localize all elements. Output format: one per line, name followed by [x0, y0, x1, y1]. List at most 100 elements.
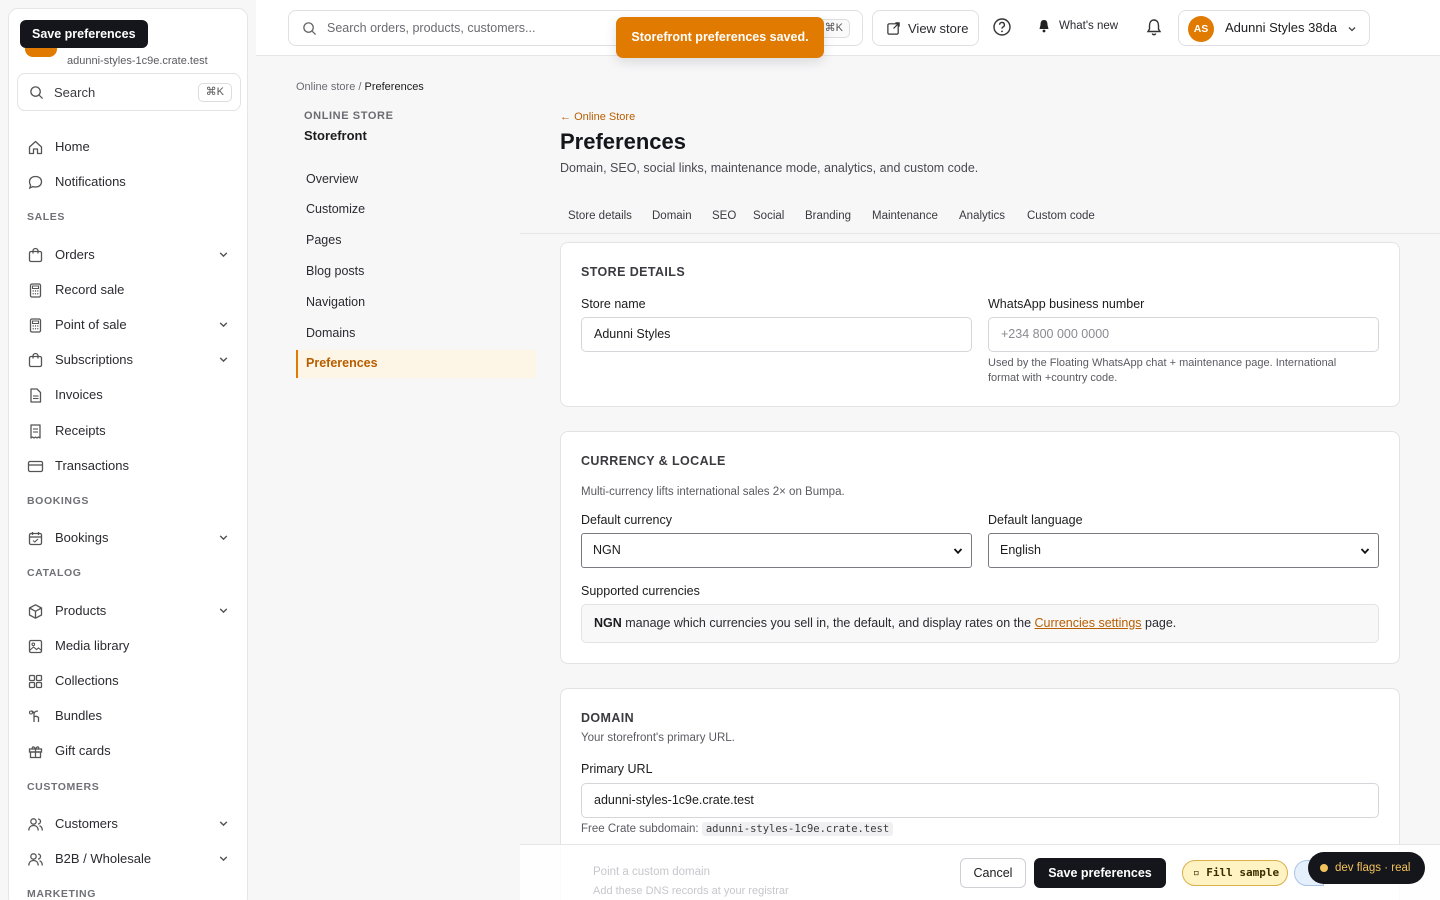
sidebar-item-label: Bundles: [55, 708, 102, 723]
sidebar-item-transactions[interactable]: Transactions: [17, 450, 241, 482]
chevron-down-icon: [953, 548, 963, 555]
chevron-down-icon: [219, 357, 228, 363]
whatsapp-input[interactable]: +234 800 000 0000: [988, 317, 1379, 352]
tab-seo[interactable]: SEO: [712, 210, 736, 222]
chevron-down-icon: [1348, 27, 1356, 32]
back-link[interactable]: ← Online Store: [560, 111, 635, 123]
store-name-input[interactable]: Adunni Styles: [581, 317, 972, 352]
nav-section-marketing: MARKETING: [27, 888, 96, 900]
avatar: AS: [1188, 16, 1214, 42]
currencies-settings-link[interactable]: Currencies settings: [1035, 616, 1142, 630]
store-details-card: STORE DETAILS Store name Adunni Styles W…: [560, 242, 1400, 407]
success-toast: Storefront preferences saved.: [616, 17, 824, 58]
sidebar-item-label: Record sale: [55, 282, 125, 297]
domain-title: DOMAIN: [581, 711, 635, 725]
default-language-select[interactable]: English: [988, 533, 1379, 568]
subnav-item-label: Preferences: [306, 356, 378, 370]
sidebar-item-label: Products: [55, 603, 107, 618]
grid-icon: [28, 674, 43, 689]
supported-currencies-text: manage which currencies you sell in, the…: [621, 616, 1035, 630]
sidebar-item-subscriptions[interactable]: Subscriptions: [17, 344, 241, 376]
card-icon: [27, 460, 44, 473]
free-subdomain-value: adunni-styles-1c9e.crate.test: [701, 822, 894, 836]
default-currency-value: NGN: [593, 543, 621, 557]
free-subdomain-label: Free Crate subdomain:: [581, 823, 699, 835]
subnav-item-blog-posts[interactable]: Blog posts: [296, 258, 536, 286]
sidebar-item-invoices[interactable]: Invoices: [17, 379, 241, 411]
dev-flags-pill[interactable]: dev flags · real: [1308, 852, 1425, 884]
sidebar-search[interactable]: Search ⌘K: [17, 73, 241, 111]
save-preferences-button[interactable]: Save preferences: [1034, 858, 1166, 888]
subnav-item-pages[interactable]: Pages: [296, 227, 536, 255]
subnav-item-domains[interactable]: Domains: [296, 320, 536, 348]
document-icon: [30, 388, 42, 403]
default-currency-select[interactable]: NGN: [581, 533, 972, 568]
megaphone-icon: [1039, 20, 1049, 33]
tab-social[interactable]: Social: [753, 210, 784, 222]
sidebar-item-b2b-wholesale[interactable]: B2B / Wholesale: [17, 843, 241, 875]
store-name-label: Store name: [581, 297, 646, 311]
account-menu[interactable]: AS Adunni Styles 38da: [1178, 10, 1370, 46]
sidebar-item-point-of-sale[interactable]: Point of sale: [17, 309, 241, 341]
external-link-icon: [887, 22, 900, 35]
tab-store-details[interactable]: Store details: [568, 210, 632, 222]
subnav-item-label: Blog posts: [306, 264, 365, 278]
sidebar-item-label: Invoices: [55, 387, 103, 402]
subnav-item-overview[interactable]: Overview: [296, 166, 536, 194]
subnav-item-navigation[interactable]: Navigation: [296, 289, 536, 317]
sidebar-item-bookings[interactable]: Bookings: [17, 522, 241, 554]
breadcrumb-parent[interactable]: Online store: [296, 81, 355, 93]
sidebar-item-label: Point of sale: [55, 317, 127, 332]
tab-domain[interactable]: Domain: [652, 210, 692, 222]
sidebar-item-label: Gift cards: [55, 743, 111, 758]
save-tooltip: Save preferences: [20, 20, 148, 48]
default-language-value: English: [1000, 543, 1041, 557]
view-store-button[interactable]: View store: [872, 10, 979, 46]
whats-new-label: What's new: [1059, 20, 1119, 32]
sidebar-item-gift-cards[interactable]: Gift cards: [17, 735, 241, 767]
sidebar-item-bundles[interactable]: Bundles: [17, 700, 241, 732]
bag-icon: [28, 247, 43, 263]
whatsapp-label: WhatsApp business number: [988, 297, 1145, 311]
users-icon: [28, 818, 43, 831]
supported-currencies-box: NGN manage which currencies you sell in,…: [581, 604, 1379, 643]
users-icon: [28, 853, 43, 866]
primary-url-label: Primary URL: [581, 762, 653, 776]
chevron-down-icon: [219, 608, 228, 614]
help-icon[interactable]: [992, 17, 1012, 37]
default-currency-label: Default currency: [581, 513, 673, 527]
custom-domain-title: Point a custom domain: [593, 866, 710, 878]
subnav-item-customize[interactable]: Customize: [296, 196, 536, 224]
sidebar-item-home[interactable]: Home: [17, 131, 241, 163]
subnav-item-preferences[interactable]: Preferences: [296, 350, 536, 378]
sidebar-item-label: Notifications: [55, 174, 126, 189]
bell-icon[interactable]: [1144, 17, 1164, 37]
sidebar-item-products[interactable]: Products: [17, 595, 241, 627]
sidebar-item-collections[interactable]: Collections: [17, 665, 241, 697]
sidebar-item-label: Transactions: [55, 458, 129, 473]
currency-note: Multi-currency lifts international sales…: [581, 486, 845, 498]
subnav-kicker: ONLINE STORE: [304, 110, 394, 122]
primary-url-input[interactable]: adunni-styles-1c9e.crate.test: [581, 783, 1379, 818]
sidebar-item-receipts[interactable]: Receipts: [17, 415, 241, 447]
free-subdomain-note: Free Crate subdomain: adunni-styles-1c9e…: [581, 822, 894, 837]
tab-custom-code[interactable]: Custom code: [1027, 210, 1095, 222]
chevron-down-icon: [1360, 548, 1370, 555]
tab-analytics[interactable]: Analytics: [959, 210, 1005, 222]
tab-branding[interactable]: Branding: [805, 210, 851, 222]
whatsapp-help-line-1: Used by the Floating WhatsApp chat + mai…: [988, 357, 1337, 369]
topbar: Search orders, products, customers... ⌘K…: [256, 0, 1440, 56]
sidebar-item-customers[interactable]: Customers: [17, 808, 241, 840]
sidebar-item-orders[interactable]: Orders: [17, 239, 241, 271]
sidebar-item-media-library[interactable]: Media library: [17, 630, 241, 662]
search-icon: [303, 22, 317, 36]
fill-sample-button[interactable]: ▫ Fill sample: [1182, 860, 1288, 886]
supported-currencies-label: Supported currencies: [581, 584, 700, 598]
sidebar-item-notifications[interactable]: Notifications: [17, 166, 241, 198]
tab-maintenance[interactable]: Maintenance: [872, 210, 938, 222]
subnav-item-label: Customize: [306, 202, 366, 216]
whatsapp-help: Used by the Floating WhatsApp chat + mai…: [988, 356, 1336, 386]
cancel-button[interactable]: Cancel: [960, 858, 1026, 888]
page-subtitle: Domain, SEO, social links, maintenance m…: [560, 161, 979, 175]
sidebar-item-record-sale[interactable]: Record sale: [17, 274, 241, 306]
